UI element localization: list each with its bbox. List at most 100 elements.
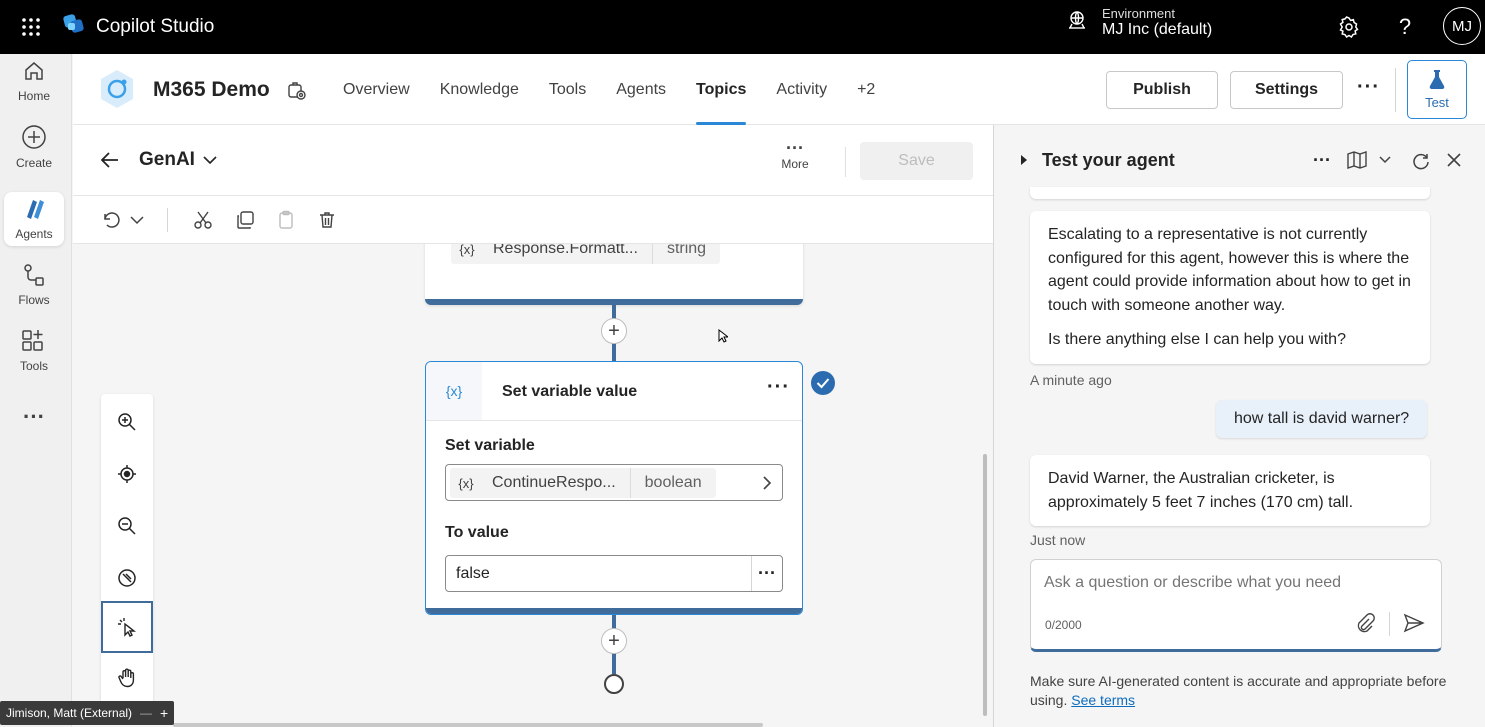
tab-topics[interactable]: Topics	[681, 54, 761, 125]
rail-label-create: Create	[15, 156, 53, 170]
help-icon[interactable]: ?	[1392, 14, 1418, 40]
save-button[interactable]: Save	[860, 142, 973, 180]
recenter-icon[interactable]	[101, 448, 153, 500]
undo-icon[interactable]	[98, 208, 122, 232]
node-more-icon[interactable]: ···	[767, 376, 790, 399]
see-terms-link[interactable]: See terms	[1071, 692, 1135, 708]
collapse-triangle-icon[interactable]	[1020, 153, 1028, 171]
tab-overflow[interactable]: +2	[842, 54, 890, 125]
variable-icon: {x}	[458, 475, 474, 491]
check-icon	[811, 371, 835, 395]
tab-tools[interactable]: Tools	[534, 54, 601, 125]
pan-hand-icon[interactable]	[101, 652, 153, 704]
test-label: Test	[1425, 95, 1449, 110]
select-pointer-icon[interactable]	[101, 601, 153, 653]
left-rail: Home Create Agents Flows Tools ···	[0, 54, 72, 727]
value-options-icon[interactable]: ···	[751, 556, 782, 591]
chat-input-box[interactable]: 0/2000	[1030, 559, 1442, 652]
rail-label-home: Home	[17, 89, 50, 103]
environment-picker[interactable]: Environment MJ Inc (default)	[1066, 6, 1212, 39]
set-variable-field[interactable]: {x} ContinueRespo... boolean	[445, 464, 783, 501]
rail-label-flows: Flows	[18, 293, 50, 307]
bot-message: David Warner, the Australian cricketer, …	[1030, 455, 1430, 526]
agent-name: M365 Demo	[153, 78, 270, 101]
input-divider	[1389, 612, 1390, 636]
tab-agents[interactable]: Agents	[601, 54, 681, 125]
refresh-icon[interactable]	[1410, 149, 1432, 171]
node-footer-bar	[426, 608, 802, 614]
topic-divider	[845, 147, 846, 177]
attach-paperclip-icon[interactable]	[1355, 613, 1375, 638]
minimap-toggle-icon[interactable]	[101, 552, 153, 604]
topic-name-dropdown[interactable]: GenAI	[139, 149, 217, 171]
paste-icon[interactable]	[274, 208, 298, 232]
tab-overview[interactable]: Overview	[328, 54, 425, 125]
user-tag-label: Jimison, Matt (External)	[6, 706, 133, 720]
set-variable-node[interactable]: {x} Set variable value ··· Set variable …	[425, 361, 803, 615]
mouse-cursor-icon	[718, 328, 730, 348]
more-apps-icon[interactable]: ···	[4, 390, 64, 444]
undo-dropdown-chevron-icon[interactable]	[125, 208, 149, 232]
rail-item-home[interactable]: Home	[4, 54, 64, 108]
variable-type: string	[666, 244, 707, 257]
test-button[interactable]: Test	[1407, 60, 1467, 119]
message-timestamp: Just now	[1030, 532, 1086, 548]
settings-button[interactable]: Settings	[1230, 71, 1343, 109]
app-launcher-icon[interactable]	[0, 0, 62, 54]
zoom-controls	[101, 394, 153, 704]
zoom-in-icon[interactable]	[101, 396, 153, 448]
user-presence-tag[interactable]: Jimison, Matt (External) — +	[0, 701, 175, 725]
set-variable-icon: {x}	[426, 362, 482, 420]
rail-label-agents: Agents	[15, 227, 53, 241]
top-bar: Copilot Studio Environment MJ Inc (defau…	[0, 0, 1485, 54]
close-icon[interactable]	[1443, 149, 1465, 171]
cut-icon[interactable]	[191, 208, 215, 232]
topic-canvas[interactable]: {x} Response.Formatt... string + {x} Set…	[73, 244, 993, 727]
copy-icon[interactable]	[233, 208, 257, 232]
brand[interactable]: Copilot Studio	[62, 13, 214, 41]
rail-item-flows[interactable]: Flows	[4, 258, 64, 312]
publish-button[interactable]: Publish	[1106, 71, 1218, 109]
test-more-icon[interactable]: ···	[1311, 149, 1333, 171]
environment-label: Environment	[1102, 6, 1175, 21]
add-icon[interactable]: +	[160, 705, 168, 721]
plus-circle-icon	[21, 124, 47, 153]
home-icon	[22, 59, 46, 86]
add-node-button[interactable]: +	[601, 318, 627, 344]
more-options-icon[interactable]: ···	[1357, 76, 1380, 99]
delete-icon[interactable]	[315, 208, 339, 232]
bot-message-text: Is there anything else I can help you wi…	[1048, 331, 1346, 348]
vertical-scrollbar[interactable]	[983, 454, 987, 716]
test-panel: Test your agent ··· Escalating to a repr…	[993, 125, 1485, 727]
previous-message-edge	[1030, 187, 1430, 199]
minimize-icon[interactable]: —	[140, 706, 152, 720]
rail-label-tools: Tools	[19, 359, 48, 373]
more-button[interactable]: ··· More	[773, 139, 817, 171]
tab-knowledge[interactable]: Knowledge	[425, 54, 534, 125]
chevron-right-icon[interactable]	[762, 475, 772, 496]
map-chevron-down-icon[interactable]	[1374, 149, 1396, 171]
rail-item-create[interactable]: Create	[4, 120, 64, 174]
more-label: More	[781, 157, 809, 171]
back-arrow-icon[interactable]	[99, 149, 121, 176]
to-value-input[interactable]: false ···	[445, 555, 783, 592]
agent-settings-icon[interactable]	[286, 80, 308, 107]
variable-chip[interactable]: {x} Response.Formatt... string	[451, 244, 721, 264]
send-icon[interactable]	[1403, 613, 1425, 638]
avatar[interactable]: MJ	[1443, 7, 1481, 45]
map-icon[interactable]	[1346, 149, 1368, 171]
app-name: Copilot Studio	[96, 16, 215, 37]
ai-disclaimer: Make sure AI-generated content is accura…	[1030, 672, 1450, 710]
rail-item-agents[interactable]: Agents	[4, 192, 64, 246]
rail-item-tools[interactable]: Tools	[4, 324, 64, 378]
settings-gear-icon[interactable]	[1336, 14, 1362, 40]
zoom-out-icon[interactable]	[101, 500, 153, 552]
horizontal-scrollbar[interactable]	[173, 723, 763, 727]
tab-activity[interactable]: Activity	[761, 54, 842, 125]
parse-value-node[interactable]: {x} Response.Formatt... string	[425, 244, 803, 305]
add-node-button[interactable]: +	[601, 628, 627, 654]
chat-input[interactable]	[1044, 574, 1424, 592]
agent-logo-icon	[96, 68, 138, 110]
bot-message-text: Escalating to a representative is not cu…	[1048, 226, 1411, 314]
node-title: Set variable value	[502, 383, 638, 400]
